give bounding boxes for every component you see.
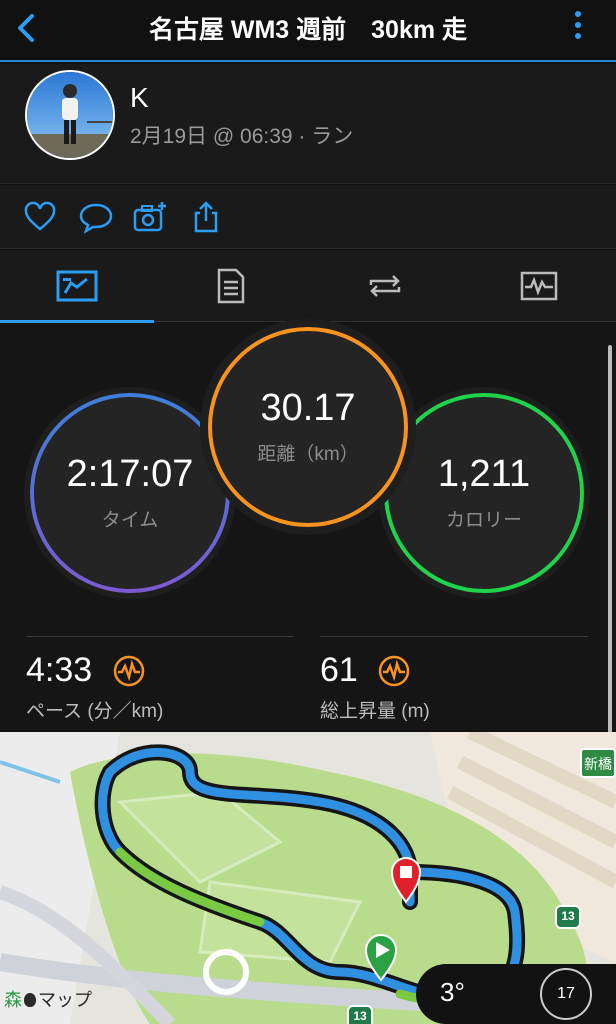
tab-details[interactable] — [154, 250, 308, 322]
activity-datetime: 2月19日 @ 06:39 · ラン — [130, 125, 354, 148]
more-options-icon[interactable] — [570, 8, 586, 48]
comment-bubble-icon[interactable] — [78, 199, 114, 235]
divider — [320, 636, 588, 637]
details-list-icon — [217, 268, 245, 304]
user-name[interactable]: K — [130, 82, 149, 114]
divider — [26, 636, 294, 637]
maps-label: マップ — [38, 990, 92, 1010]
time-value: 2:17:07 — [66, 452, 194, 495]
wind-value: 17 — [557, 985, 575, 1002]
tab-graphs[interactable] — [462, 250, 616, 322]
laps-repeat-icon — [369, 275, 401, 297]
pace-label: ペース (分／km) — [26, 701, 164, 722]
time-label: タイム — [101, 510, 159, 532]
share-icon[interactable] — [188, 199, 224, 235]
back-chevron-icon[interactable] — [10, 10, 46, 46]
activity-profile: K 2月19日 @ 06:39 · ラン — [0, 64, 616, 184]
app-header: 名古屋 WM3 週前 30km 走 — [0, 0, 616, 62]
scrollbar[interactable] — [608, 345, 612, 733]
map-place-label: 森 — [4, 990, 22, 1010]
calories-label: カロリー — [445, 510, 522, 532]
add-photo-icon[interactable] — [132, 199, 168, 235]
maps-attribution: 森マップ — [4, 986, 92, 1012]
time-ring: 2:17:07 タイム — [30, 393, 230, 593]
tab-summary[interactable] — [0, 250, 154, 323]
elevation-metric[interactable]: 61 総上昇量 (m) — [320, 651, 430, 723]
summary-chart-icon — [56, 270, 98, 302]
apple-logo-icon — [24, 993, 36, 1007]
wind-dial-icon: 17 — [540, 968, 592, 1020]
temperature: 3° — [440, 977, 465, 1007]
elevation-value: 61 — [320, 651, 358, 689]
calories-ring: 1,211 カロリー — [384, 393, 584, 593]
activity-tabs — [0, 250, 616, 323]
elevation-label: 総上昇量 (m) — [320, 701, 430, 722]
distance-label: 距離（km） — [257, 444, 359, 466]
distance-ring: 30.17 距離（km） — [208, 327, 408, 527]
avatar[interactable] — [25, 70, 115, 160]
like-heart-icon[interactable] — [22, 199, 58, 235]
graph-monitor-icon — [520, 271, 558, 301]
pace-graph-icon[interactable] — [113, 655, 145, 687]
route-shield-number: 13 — [561, 909, 575, 923]
elevation-graph-icon[interactable] — [378, 655, 410, 687]
activity-title: 名古屋 WM3 週前 30km 走 — [148, 16, 468, 44]
calories-value: 1,211 — [437, 452, 531, 495]
station-sign: 新橋 — [580, 748, 616, 778]
route-shield-number: 13 — [353, 1009, 367, 1023]
pace-metric[interactable]: 4:33 ペース (分／km) — [26, 651, 163, 723]
tab-laps[interactable] — [308, 250, 462, 322]
distance-value: 30.17 — [260, 386, 356, 429]
weather-badge: 3° 17 — [416, 964, 616, 1024]
stats-panel: 2:17:07 タイム 1,211 カロリー 30.17 距離（km） 4:33… — [0, 323, 616, 733]
action-bar — [0, 185, 616, 249]
route-map[interactable]: 13 13 新橋 森マップ 3° 17 — [0, 732, 616, 1024]
pace-value: 4:33 — [26, 651, 93, 689]
